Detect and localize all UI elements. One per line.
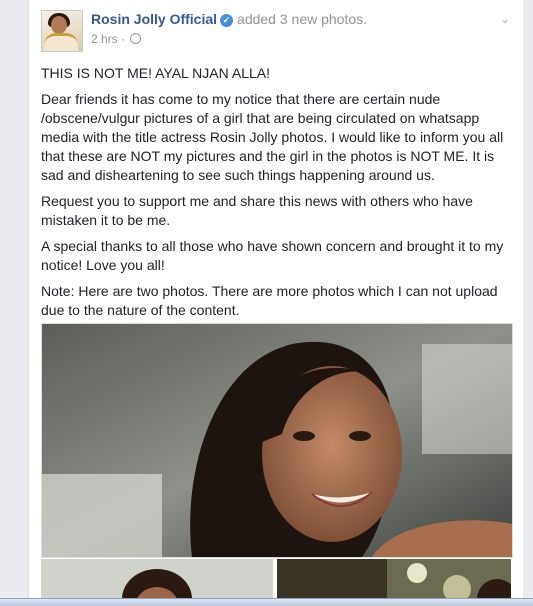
post-photo-main[interactable] (41, 323, 513, 558)
post-paragraph: A special thanks to all those who have s… (41, 238, 504, 273)
post-paragraph: Request you to support me and share this… (41, 193, 473, 228)
page-scroll-area (523, 0, 533, 605)
post-paragraph: THIS IS NOT ME! AYAL NJAN ALLA! (41, 65, 270, 81)
globe-icon[interactable] (130, 33, 142, 44)
verified-badge-icon: ✓ (220, 14, 234, 27)
author-line: Rosin Jolly Official ✓ added 3 new photos. (91, 11, 367, 27)
post-action-text: added 3 new photos. (237, 11, 368, 27)
post-meta: 2 hrs · (91, 32, 142, 46)
post-text: THIS IS NOT ME! AYAL NJAN ALLA! Dear fri… (41, 64, 509, 327)
woman-portrait-image (42, 324, 512, 557)
post-card: Rosin Jolly Official ✓ added 3 new photos.… (28, 0, 525, 605)
post-header: Rosin Jolly Official ✓ added 3 new photos.… (41, 10, 512, 54)
author-avatar[interactable] (41, 10, 83, 52)
author-name[interactable]: Rosin Jolly Official (91, 11, 217, 27)
chevron-down-icon[interactable]: ⌄ (500, 12, 510, 26)
post-paragraph: Note: Here are two photos. There are mor… (41, 283, 498, 318)
post-paragraph: Dear friends it has come to my notice th… (41, 91, 504, 183)
post-timestamp[interactable]: 2 hrs (91, 32, 118, 46)
